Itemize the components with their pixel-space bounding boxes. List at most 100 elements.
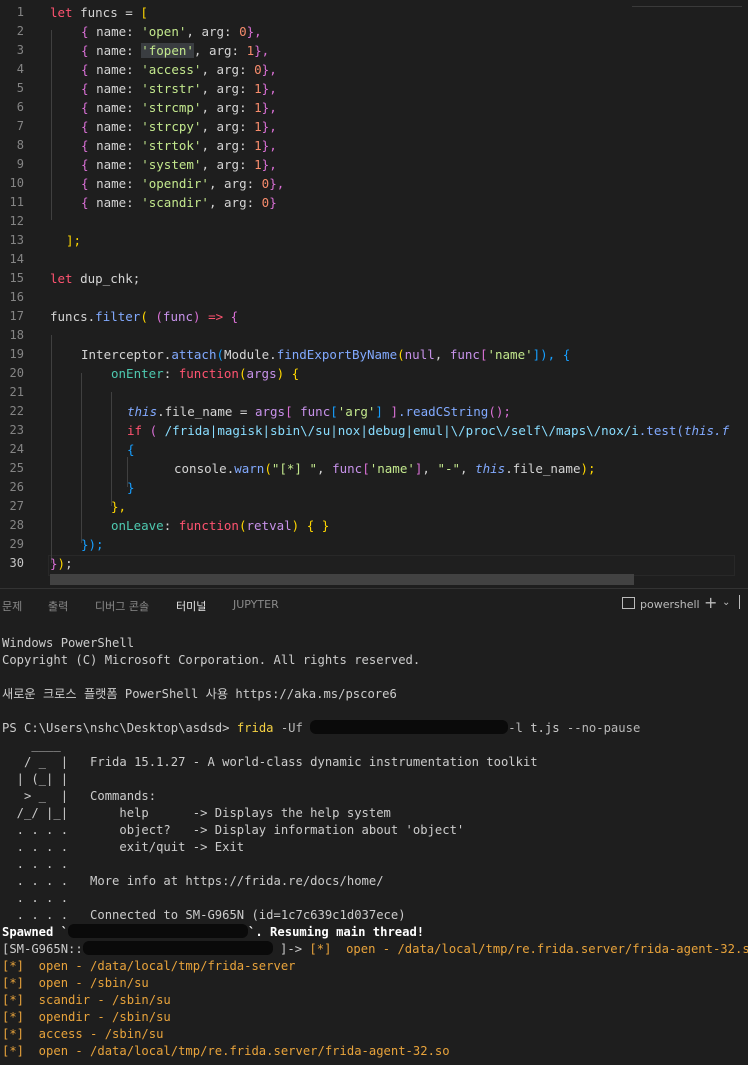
code-text: let dup_chk; [50,271,141,286]
code-line: 2 { name: 'open', arg: 0}, [0,22,748,41]
line-number: 6 [16,100,24,114]
tab-problems[interactable]: 문제 [2,598,22,614]
frida-banner-line: | (_| | [2,772,69,786]
code-line: 14 [0,250,748,269]
line-number: 29 [9,537,24,551]
code-line: 19 Interceptor.attach(Module.findExportB… [0,345,748,364]
code-line: 4 { name: 'access', arg: 0}, [0,60,748,79]
line-number: 8 [16,138,24,152]
tab-output[interactable]: 출력 [48,598,68,614]
code-editor[interactable]: 1 let funcs = [ 2 { name: 'open', arg: 0… [0,0,748,587]
code-line: 9 { name: 'system', arg: 1}, [0,155,748,174]
code-text: { name: 'strstr', arg: 1}, [81,81,277,96]
code-text: { name: 'opendir', arg: 0}, [81,176,285,191]
tab-terminal[interactable]: 터미널 [176,598,207,624]
hook-hit-line: [*] scandir - /sbin/su [2,993,171,1007]
code-text: }); [50,556,73,571]
tab-debug-console[interactable]: 디버그 콘솔 [95,598,149,614]
plus-icon[interactable]: + [704,593,717,612]
line-number: 17 [9,309,24,323]
frida-banner-line: . . . . exit/quit -> Exit [2,840,245,854]
hook-hit-line: [*] access - /sbin/su [2,1027,164,1041]
line-number: 20 [9,366,24,380]
frida-banner-line: . . . . Connected to SM-G965N (id=1c7c63… [2,908,406,922]
code-line: 30 }); [0,554,748,573]
code-line: 22 this.file_name = args[ func['arg'] ].… [0,402,748,421]
line-number: 25 [9,461,24,475]
line-number: 26 [9,480,24,494]
line-number: 22 [9,404,24,418]
code-text: this.file_name = args[ func['arg'] ].rea… [127,404,511,419]
line-number: 5 [16,81,24,95]
code-text: ]; [66,233,82,248]
code-text: }); [81,537,104,552]
hook-hit-line: [*] opendir - /sbin/su [2,1010,171,1024]
redacted-block [68,924,249,938]
line-number: 16 [9,290,24,304]
line-number: 1 [16,5,24,19]
terminal-line: Copyright (C) Microsoft Corporation. All… [2,653,421,667]
code-line: 28 onLeave: function(retval) { } [0,516,748,535]
code-line: 3 { name: 'fopen', arg: 1}, [0,41,748,60]
code-line: 27 }, [0,497,748,516]
terminal-line: Windows PowerShell [2,636,135,650]
hook-hit-line: [*] open - /data/local/tmp/frida-server [2,959,296,973]
code-text: { name: 'strtok', arg: 1}, [81,138,277,153]
code-line: 1 let funcs = [ [0,3,748,22]
line-number: 12 [9,214,24,228]
line-number: 24 [9,442,24,456]
line-number: 4 [16,62,24,76]
code-line: 10 { name: 'opendir', arg: 0}, [0,174,748,193]
line-number: 11 [9,195,24,209]
chevron-down-icon[interactable]: ⌄ [722,597,730,608]
code-line: 13 ]; [0,231,748,250]
code-text: { name: 'strcmp', arg: 1}, [81,100,277,115]
code-line: 7 { name: 'strcpy', arg: 1}, [0,117,748,136]
code-text: Interceptor.attach(Module.findExportByNa… [81,347,571,362]
code-text: { name: 'scandir', arg: 0} [81,195,277,210]
horizontal-scrollbar[interactable] [50,574,634,585]
line-number: 23 [9,423,24,437]
command-line: PS C:\Users\nshc\Desktop\asdsd> frida -U… [2,720,641,735]
line-number: 21 [9,385,24,399]
code-line: 17 funcs.filter( (func) => { [0,307,748,326]
code-text: } [127,480,135,495]
code-text: { [127,442,135,457]
code-line: 29 }); [0,535,748,554]
frida-banner-line: > _ | Commands: [2,789,157,803]
frida-banner-line: /_/ |_| help -> Displays the help system [2,806,391,820]
line-number: 15 [9,271,24,285]
code-line: 15 let dup_chk; [0,269,748,288]
frida-banner-line: / _ | Frida 15.1.27 - A world-class dyna… [2,755,538,769]
redacted-block [310,720,509,734]
device-prompt-line: [SM-G965N:: ]-> [*] open - /data/local/t… [2,941,748,956]
code-line: 5 { name: 'strstr', arg: 1}, [0,79,748,98]
line-number: 27 [9,499,24,513]
code-line: 11 { name: 'scandir', arg: 0} [0,193,748,212]
line-number: 30 [9,556,24,570]
panel-tab-bar: 문제 출력 디버그 콘솔 터미널 JUPYTER powershell + ⌄ [0,588,748,624]
frida-banner-line: . . . . [2,891,69,905]
code-line: 18 [0,326,748,345]
code-line: 23 if ( /frida|magisk|sbin\/su|nox|debug… [0,421,748,440]
terminal-output[interactable]: Windows PowerShell Copyright (C) Microso… [0,622,748,1065]
terminal-line: 새로운 크로스 플랫폼 PowerShell 사용 https://aka.ms… [2,687,397,701]
line-number: 7 [16,119,24,133]
tab-jupyter[interactable]: JUPYTER [233,598,279,611]
frida-banner-line: ____ [2,738,61,752]
code-text: }, [111,499,127,514]
line-number: 19 [9,347,24,361]
line-number: 3 [16,43,24,57]
code-line: 12 [0,212,748,231]
line-number: 18 [9,328,24,342]
code-line: 20 onEnter: function(args) { [0,364,748,383]
hook-hit-line: [*] open - /sbin/su [2,976,149,990]
terminal-picker[interactable]: powershell [622,597,700,611]
code-text: console.warn("[*] ", func['name'], "-", … [174,461,596,476]
code-text: if ( /frida|magisk|sbin\/su|nox|debug|em… [127,423,730,438]
frida-banner-line: . . . . More info at https://frida.re/do… [2,874,384,888]
split-terminal-icon[interactable] [739,595,740,609]
code-text: { name: 'strcpy', arg: 1}, [81,119,277,134]
code-text: { name: 'fopen', arg: 1}, [81,43,270,58]
redacted-block [82,941,273,955]
